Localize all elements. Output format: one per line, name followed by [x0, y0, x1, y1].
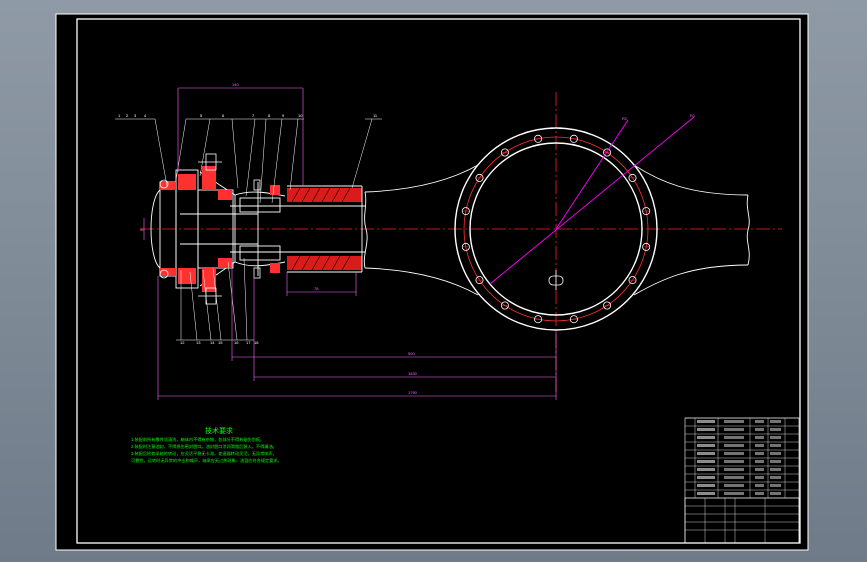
dim-text-tube: 78 — [314, 286, 319, 291]
dim-text-overall-hub: 140 — [232, 82, 239, 87]
part-number-label: 12 — [180, 340, 185, 345]
parts-cell-text — [697, 420, 715, 423]
part-number-label: 13 — [196, 340, 201, 345]
parts-cell-text — [770, 468, 781, 471]
parts-cell-text — [697, 476, 715, 479]
parts-cell-text — [770, 484, 781, 487]
radius-label-1: R2 — [622, 116, 628, 121]
part-number-label: 17 — [246, 340, 251, 345]
parts-cell-text — [755, 460, 764, 463]
parts-cell-text — [697, 460, 715, 463]
parts-cell-text — [697, 444, 715, 447]
parts-cell-text — [755, 492, 764, 495]
parts-cell-text — [755, 444, 764, 447]
part-number-label: 16 — [234, 340, 239, 345]
parts-cell-text — [724, 468, 744, 471]
parts-cell-text — [724, 460, 744, 463]
parts-cell-text — [770, 460, 781, 463]
parts-cell-text — [697, 436, 715, 439]
notes-line-3: 3.装配后检查半轴的转动，应灵活平稳无卡滞，差速器转动灵活，无异常响声。 — [131, 450, 277, 457]
cad-viewport: R2 R1 1 2 3 4 5 6 7 8 9 10 11 12 13 14 1… — [0, 0, 867, 562]
parts-cell-text — [755, 420, 764, 423]
dim-text-1: 500 — [408, 351, 415, 356]
parts-cell-text — [755, 428, 764, 431]
dim-text-3: 1790 — [408, 390, 418, 395]
parts-cell-text — [724, 444, 744, 447]
notes-line-2: 2.装配时注意油封，不得损伤密封唇口，油封唇口涂润滑脂后装入，不得漏油。 — [131, 443, 277, 450]
parts-cell-text — [770, 420, 781, 423]
radius-label-2: R1 — [690, 113, 696, 118]
parts-cell-text — [697, 492, 715, 495]
parts-cell-text — [770, 428, 781, 431]
parts-cell-text — [724, 492, 744, 495]
parts-cell-text — [770, 492, 781, 495]
part-number-label: 14 — [210, 340, 215, 345]
parts-cell-text — [755, 452, 764, 455]
parts-cell-text — [724, 428, 744, 431]
parts-cell-text — [755, 476, 764, 479]
parts-cell-text — [770, 444, 781, 447]
parts-cell-text — [770, 436, 781, 439]
part-number-label: 18 — [254, 340, 259, 345]
parts-cell-text — [697, 468, 715, 471]
parts-cell-text — [724, 420, 744, 423]
dim-text-diameter: 50 — [140, 227, 145, 232]
part-number-label: 10 — [298, 113, 303, 118]
parts-cell-text — [755, 484, 764, 487]
parts-cell-text — [697, 484, 715, 487]
parts-cell-text — [770, 476, 781, 479]
part-number-label: 15 — [218, 340, 223, 345]
notes-line-4: 可靠性，运转时无异常的冲击和噪声，轴承应无过热现象，油温应符合规定要求。 — [131, 457, 282, 464]
parts-cell-text — [724, 452, 744, 455]
dim-text-2: 1830 — [408, 371, 418, 376]
parts-cell-text — [724, 484, 744, 487]
notes-line-1: 1.装配前所有零件须清洗，箱体内不得有杂物，各部分不得有碰伤划痕。 — [131, 436, 264, 443]
axle-housing-drawing: R2 R1 1 2 3 4 5 6 7 8 9 10 1112 13 14 15… — [55, 13, 809, 551]
parts-cell-text — [697, 452, 715, 455]
parts-cell-text — [755, 468, 764, 471]
parts-cell-text — [770, 452, 781, 455]
parts-cell-text — [724, 476, 744, 479]
notes-heading: 技术要求 — [205, 426, 233, 435]
parts-cell-text — [724, 436, 744, 439]
parts-cell-text — [697, 428, 715, 431]
parts-cell-text — [755, 436, 764, 439]
